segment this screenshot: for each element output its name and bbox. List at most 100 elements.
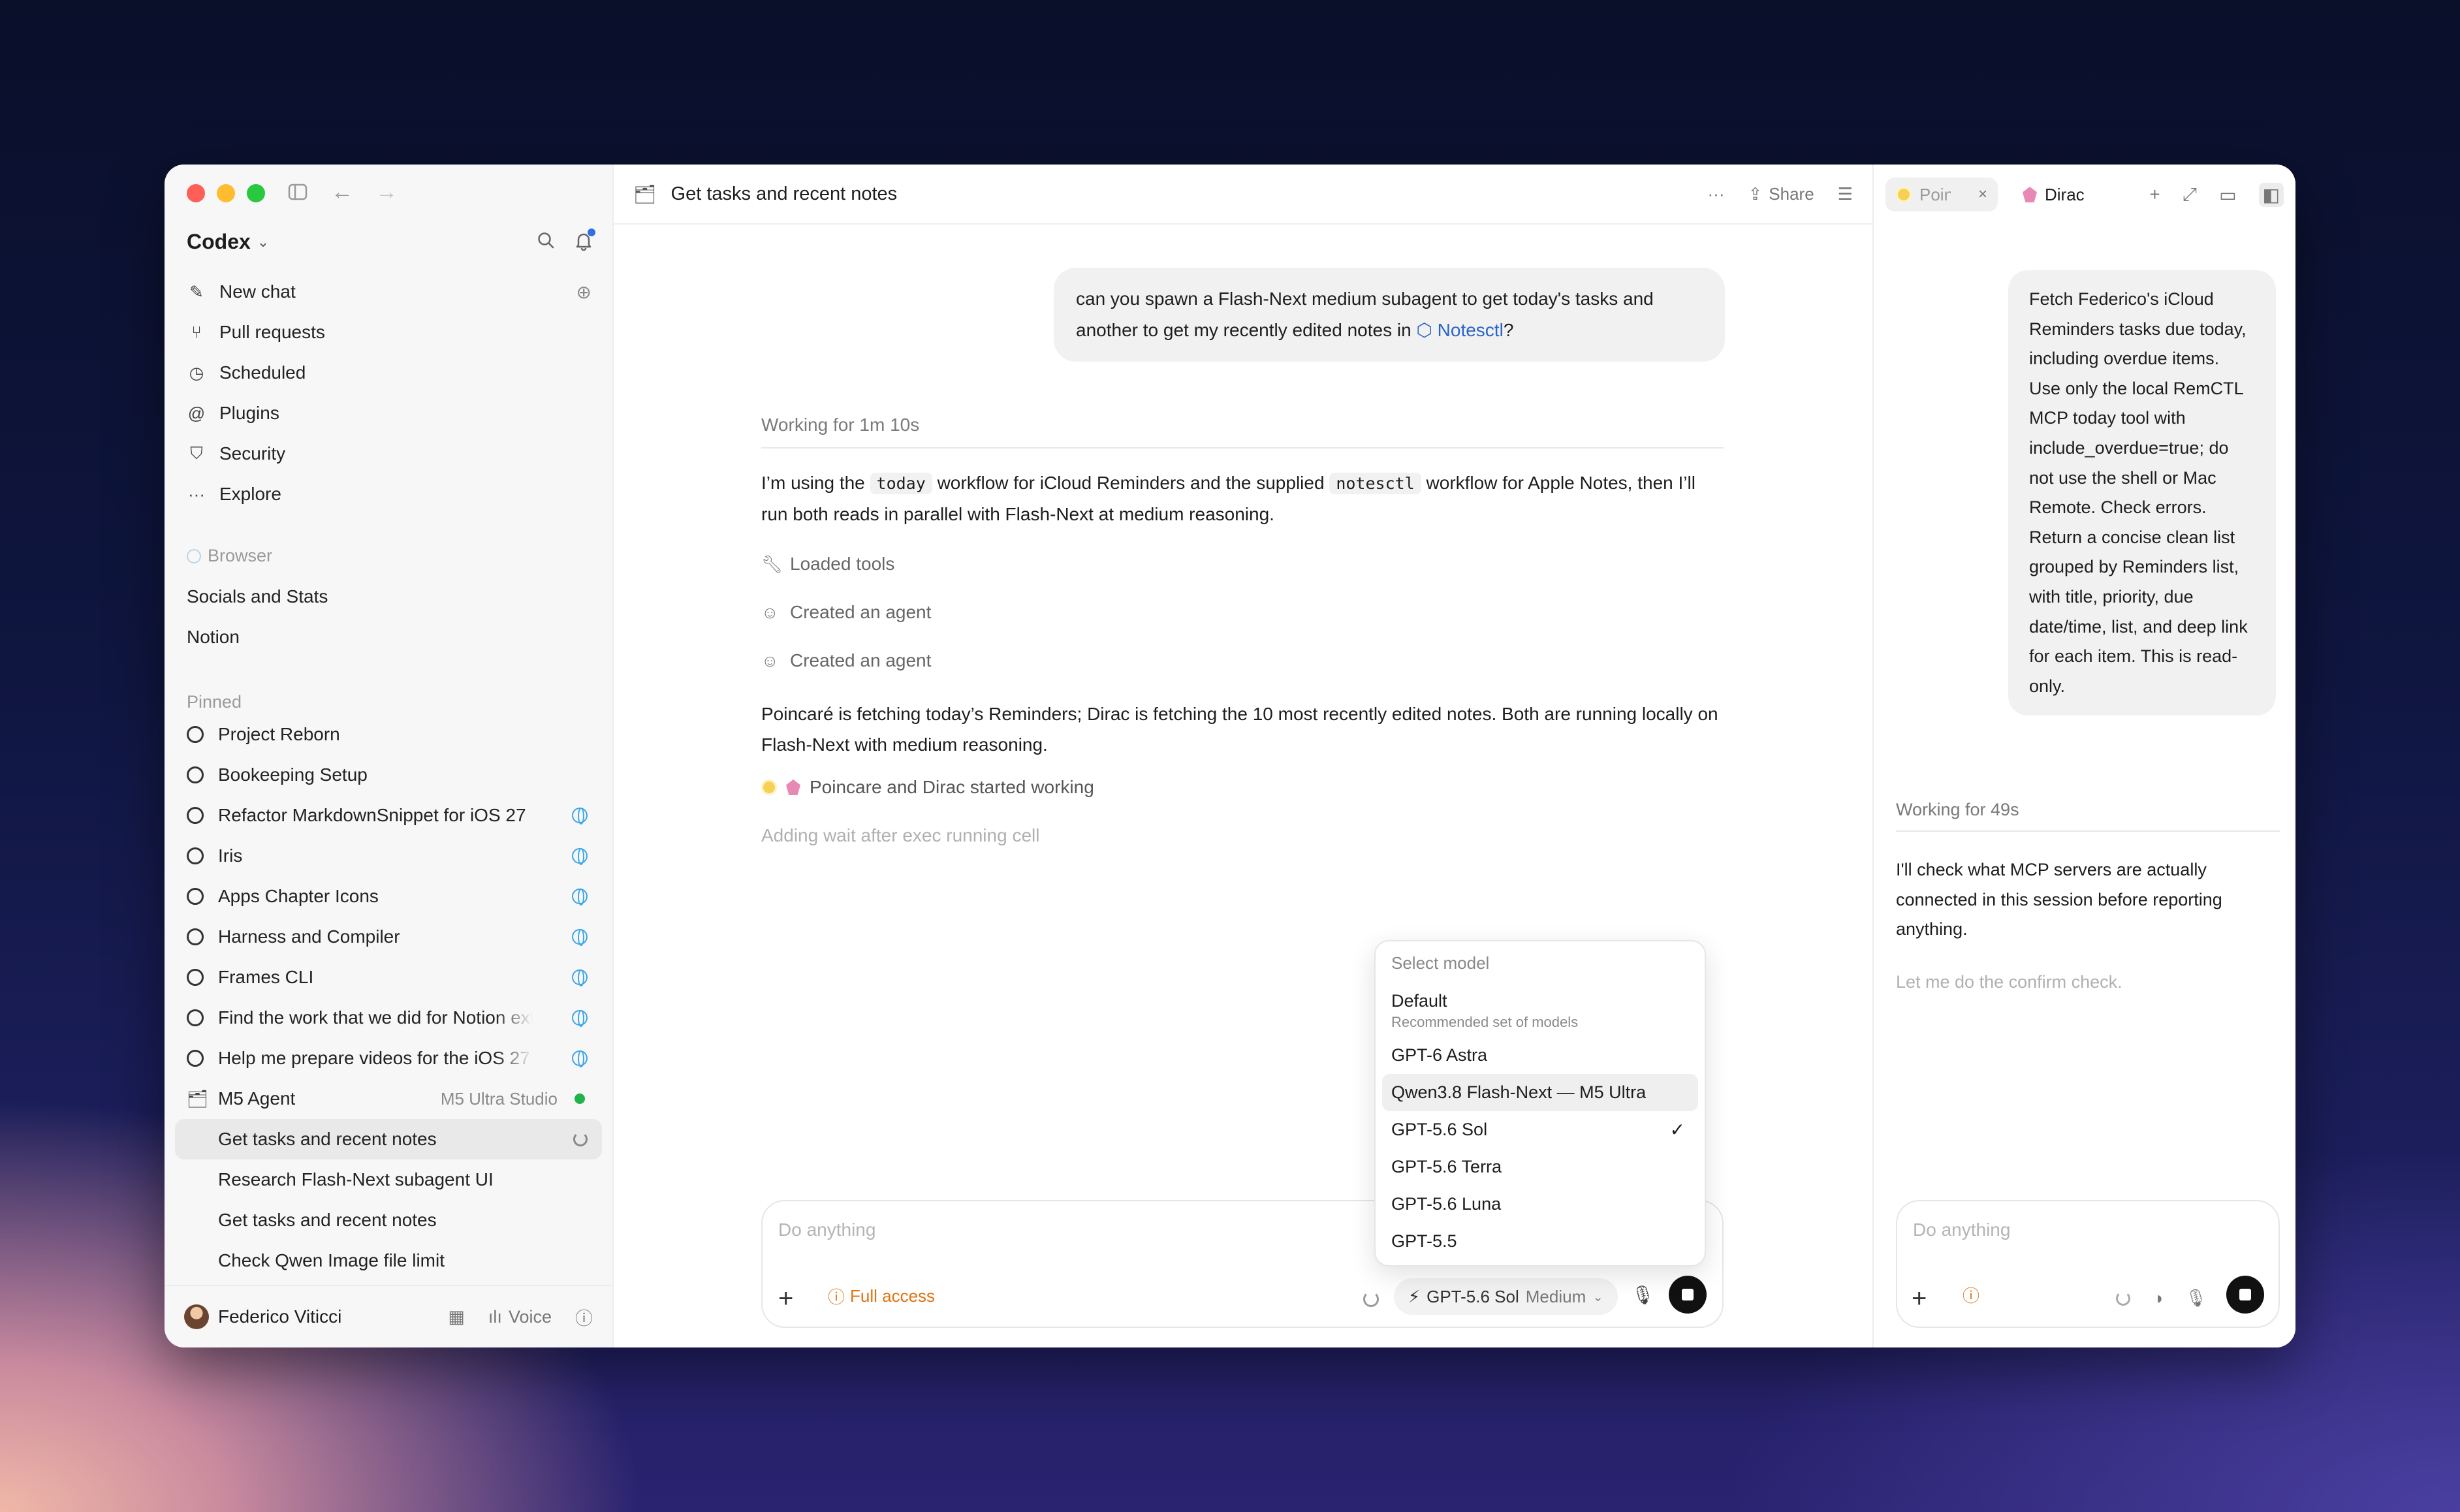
chat-bubble-icon	[187, 928, 204, 945]
pinned-chat[interactable]: Frames CLI	[175, 957, 602, 998]
notifications-bell-icon[interactable]	[575, 228, 595, 256]
pinned-section-label: Pinned	[187, 692, 242, 712]
option-label: Qwen3.8 Flash-Next — M5 Ultra	[1391, 1082, 1647, 1102]
nav-scheduled[interactable]: ◷ Scheduled	[175, 353, 602, 393]
traffic-lights	[187, 184, 265, 202]
stop-button[interactable]	[1669, 1276, 1707, 1314]
microphone-icon[interactable]: 🎙︎	[2185, 1288, 2207, 1308]
voice-button[interactable]: ılı Voice	[488, 1307, 552, 1327]
full-access-button[interactable]: ⓘ Full access	[828, 1284, 935, 1308]
pinned-chat[interactable]: Project Reborn	[175, 714, 602, 755]
project-m5-agent[interactable]: 🗂 M5 Agent M5 Ultra Studio	[175, 1079, 602, 1119]
pinned-chat[interactable]: Apps Chapter Icons	[175, 876, 602, 917]
option-label: GPT-5.6 Terra	[1391, 1157, 1502, 1176]
compose-icon: ✎	[189, 281, 204, 302]
working-status[interactable]: Working for 1m 10s	[761, 415, 1724, 449]
pinned-chat[interactable]: Iris	[175, 836, 602, 876]
option-label: Default	[1391, 990, 1447, 1011]
add-attachment-icon[interactable]: +	[1912, 1284, 1927, 1314]
nav-explore[interactable]: ··· Explore	[175, 474, 602, 514]
browser-item[interactable]: Notion	[187, 627, 240, 648]
back-arrow-icon[interactable]: ←	[329, 179, 355, 205]
thread-item-active[interactable]: Get tasks and recent notes	[175, 1119, 602, 1159]
pinned-chat-label: Bookeeping Setup	[218, 764, 368, 785]
model-option-selected[interactable]: GPT-5.6 Sol ✓	[1382, 1111, 1698, 1148]
option-label: GPT-5.6 Luna	[1391, 1194, 1502, 1214]
browser-section-header[interactable]: Browser	[187, 546, 272, 566]
clock-icon: ◷	[189, 362, 204, 383]
option-label: GPT-5.5	[1391, 1231, 1457, 1251]
brain-icon[interactable]: ◑	[2152, 1288, 2163, 1308]
model-option[interactable]: GPT-5.6 Terra	[1382, 1148, 1698, 1186]
pinned-chat[interactable]: Find the work that we did for Notion ext…	[175, 998, 602, 1038]
pinned-chat[interactable]: Harness and Compiler	[175, 917, 602, 957]
workspace-switcher[interactable]: Codex ⌄	[187, 230, 269, 254]
help-icon[interactable]: ⓘ	[575, 1304, 593, 1330]
model-option[interactable]: GPT-5.5	[1382, 1223, 1698, 1260]
activity-created-agent[interactable]: ☺ Created an agent	[761, 602, 931, 623]
stop-button[interactable]	[2226, 1276, 2264, 1314]
add-circle-icon[interactable]: ⊕	[576, 281, 591, 303]
minimize-panel-icon[interactable]: ▭	[2219, 184, 2236, 206]
tab-dirac[interactable]: Dirac	[2012, 178, 2095, 212]
waveform-icon: ılı	[488, 1306, 502, 1327]
nav-new-chat[interactable]: ✎ New chat ⊕	[175, 272, 602, 312]
task-list-icon[interactable]: ☰	[1838, 184, 1853, 204]
pinned-chat[interactable]: Bookeeping Setup	[175, 755, 602, 795]
person-icon: ☺	[761, 650, 779, 670]
user-name[interactable]: Federico Viticci	[218, 1306, 448, 1327]
avatar[interactable]	[184, 1304, 209, 1329]
thread-item[interactable]: Get tasks and recent notes	[175, 1200, 602, 1240]
model-option-default[interactable]: Default Recommended set of models	[1382, 984, 1698, 1037]
activity-loaded-tools[interactable]: 🔧︎ Loaded tools	[761, 554, 894, 575]
model-option[interactable]: GPT-6 Astra	[1382, 1037, 1698, 1074]
poincare-agent-icon	[1896, 187, 1912, 202]
calendar-icon[interactable]: ▦	[448, 1307, 465, 1327]
pinned-chat-label: Harness and Compiler	[218, 926, 400, 947]
activity-created-agent[interactable]: ☺ Created an agent	[761, 650, 931, 671]
model-selector-button[interactable]: ⚡︎ GPT-5.6 Sol Medium ⌄	[1393, 1278, 1618, 1315]
alert-circle-icon[interactable]: ⓘ	[1963, 1283, 1979, 1307]
thread-item[interactable]: Check Qwen Image file limit	[175, 1240, 602, 1281]
option-description: Recommended set of models	[1391, 1013, 1579, 1030]
search-icon[interactable]	[537, 231, 555, 256]
activity-label: Loaded tools	[790, 554, 895, 574]
nav-label: Security	[219, 443, 286, 464]
pinned-chat-label: Help me prepare videos for the iOS 27 re…	[218, 1048, 533, 1068]
browser-item[interactable]: Socials and Stats	[187, 586, 328, 607]
zoom-window-button[interactable]	[247, 184, 265, 202]
thread-item[interactable]: Research Flash-Next subagent UI	[175, 1159, 602, 1200]
toggle-panel-icon[interactable]: ◧	[2258, 182, 2284, 207]
agents-status[interactable]: Poincare and Dirac started working	[761, 777, 1094, 798]
activity-label: Created an agent	[790, 602, 932, 622]
more-options-icon[interactable]: ···	[1708, 184, 1725, 204]
wrench-icon: 🔧︎	[761, 554, 783, 574]
new-tab-icon[interactable]: +	[2149, 184, 2160, 205]
close-window-button[interactable]	[187, 184, 205, 202]
globe-icon	[187, 548, 201, 563]
expand-icon[interactable]: ⤢	[2183, 184, 2197, 206]
activity-label: Created an agent	[790, 650, 932, 670]
minimize-window-button[interactable]	[217, 184, 235, 202]
nav-plugins[interactable]: @ Plugins	[175, 393, 602, 433]
model-option-highlighted[interactable]: Qwen3.8 Flash-Next — M5 Ultra	[1382, 1074, 1698, 1111]
close-tab-icon[interactable]: ×	[1978, 185, 1987, 204]
notesctl-link[interactable]: ⬡ Notesctl	[1416, 320, 1503, 340]
tab-poincare[interactable]: Poincare ×	[1885, 178, 1998, 212]
add-attachment-icon[interactable]: +	[778, 1284, 793, 1314]
model-option[interactable]: GPT-5.6 Luna	[1382, 1186, 1698, 1223]
toggle-sidebar-icon[interactable]	[285, 179, 311, 205]
at-sign-icon: @	[187, 403, 206, 423]
share-button[interactable]: ⇪ Share	[1748, 184, 1814, 204]
pinned-chat[interactable]: Help me prepare videos for the iOS 27 re…	[175, 1038, 602, 1079]
microphone-icon[interactable]: 🎙︎	[1631, 1284, 1654, 1306]
forward-arrow-icon[interactable]: →	[373, 179, 400, 205]
nav-security[interactable]: ⛉ Security	[175, 433, 602, 474]
nav-pull-requests[interactable]: ⑂ Pull requests	[175, 312, 602, 353]
pinned-chat[interactable]: Refactor MarkdownSnippet for iOS 27	[175, 795, 602, 836]
composer-input[interactable]: Do anything	[1913, 1220, 2010, 1240]
voice-label: Voice	[508, 1306, 552, 1327]
pinned-chat-label: Iris	[218, 845, 243, 866]
working-status[interactable]: Working for 49s	[1896, 800, 2280, 832]
composer-input[interactable]: Do anything	[778, 1220, 875, 1240]
